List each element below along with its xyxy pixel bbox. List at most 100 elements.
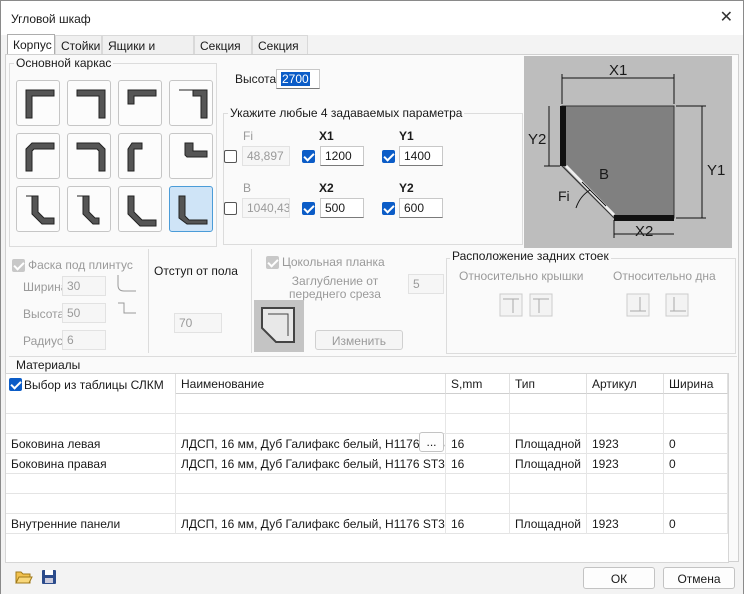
col-article[interactable]: Артикул	[587, 374, 664, 394]
cell-s[interactable]: 16	[446, 454, 510, 474]
cell-part[interactable]: Боковина правая	[6, 454, 176, 474]
plinth-checkbox[interactable]	[12, 259, 25, 272]
cell-art[interactable]	[587, 494, 664, 514]
ellipsis-button[interactable]: ...	[419, 432, 444, 452]
tab-korpus[interactable]: Корпус	[7, 34, 55, 55]
y2-input[interactable]: 600	[399, 198, 443, 218]
cell-width[interactable]	[664, 474, 728, 494]
cell-art[interactable]: 1923	[587, 454, 664, 474]
cell-name[interactable]: ЛДСП, 16 мм, Дуб Галифакс белый, H1176 S…	[176, 514, 446, 534]
cell-width[interactable]: 0	[664, 454, 728, 474]
cell-type[interactable]	[510, 414, 587, 434]
cell-s[interactable]: 16	[446, 434, 510, 454]
cell-width[interactable]: 0	[664, 514, 728, 534]
cell-s[interactable]	[446, 494, 510, 514]
slkm-checkbox[interactable]	[9, 378, 22, 391]
cell-name[interactable]	[176, 414, 446, 434]
tab-stoyki[interactable]: Стойки	[55, 35, 102, 55]
tab-section-1[interactable]: Секция 1	[194, 35, 252, 67]
col-name[interactable]: Наименование	[176, 374, 446, 394]
x1-input[interactable]: 1200	[320, 146, 364, 166]
y2-checkbox[interactable]	[382, 202, 395, 215]
cell-art[interactable]: 1923	[587, 514, 664, 534]
close-icon[interactable]: ✕	[720, 7, 733, 27]
plinth-radius-input[interactable]: 6	[62, 330, 106, 350]
cell-name[interactable]	[176, 394, 446, 414]
cell-width[interactable]	[664, 494, 728, 514]
x2-input[interactable]: 500	[320, 198, 364, 218]
frame-shape-button-1[interactable]	[16, 80, 60, 126]
cell-name[interactable]	[176, 494, 446, 514]
base-checkbox[interactable]	[266, 256, 279, 269]
base-depth-input[interactable]: 5	[408, 274, 444, 294]
cell-art[interactable]	[587, 394, 664, 414]
frame-shape-button-8[interactable]	[169, 133, 213, 179]
cell-type[interactable]	[510, 474, 587, 494]
frame-shape-button-7[interactable]	[118, 133, 162, 179]
table-row[interactable]: Боковина правая ЛДСП, 16 мм, Дуб Галифакс…	[6, 454, 728, 474]
table-row[interactable]: Внутренние панели ЛДСП, 16 мм, Дуб Галифа…	[6, 514, 728, 534]
rear-bottom-icons[interactable]	[626, 293, 690, 317]
cell-name[interactable]: ЛДСП, 16 мм, Дуб Галифакс белый, H1176 S…	[176, 434, 446, 454]
change-button[interactable]: Изменить	[315, 330, 403, 350]
open-folder-icon[interactable]	[15, 569, 33, 585]
rear-top-icons[interactable]	[499, 293, 555, 317]
table-row[interactable]	[6, 414, 728, 434]
col-width[interactable]: Ширина	[664, 374, 728, 394]
cancel-button[interactable]: Отмена	[663, 567, 735, 589]
cell-s[interactable]	[446, 414, 510, 434]
plinth-height-input[interactable]: 50	[62, 303, 106, 323]
cell-part[interactable]	[6, 494, 176, 514]
b-input[interactable]: 1040,43	[242, 198, 290, 218]
ok-button[interactable]: ОК	[583, 567, 655, 589]
cell-art[interactable]	[587, 414, 664, 434]
plinth-width-input[interactable]: 30	[62, 276, 106, 296]
cell-part[interactable]: Внутренние панели	[6, 514, 176, 534]
cell-s[interactable]	[446, 394, 510, 414]
x1-checkbox[interactable]	[302, 150, 315, 163]
floor-input[interactable]: 70	[174, 313, 222, 333]
frame-shape-button-4[interactable]	[169, 80, 213, 126]
frame-shape-button-5[interactable]	[16, 133, 60, 179]
y1-input[interactable]: 1400	[399, 146, 443, 166]
fi-input[interactable]: 48,897	[242, 146, 290, 166]
cell-width[interactable]	[664, 414, 728, 434]
b-checkbox[interactable]	[224, 202, 237, 215]
cell-part[interactable]: Боковина левая	[6, 434, 176, 454]
frame-shape-button-10[interactable]	[67, 186, 111, 232]
cell-name[interactable]	[176, 474, 446, 494]
frame-shape-button-12[interactable]	[169, 186, 213, 232]
tab-drawers[interactable]: Ящики и штанги	[102, 35, 194, 67]
cell-s[interactable]: 16	[446, 514, 510, 534]
table-row[interactable]	[6, 474, 728, 494]
y1-checkbox[interactable]	[382, 150, 395, 163]
frame-shape-button-6[interactable]	[67, 133, 111, 179]
fi-checkbox[interactable]	[224, 150, 237, 163]
frame-shape-button-3[interactable]	[118, 80, 162, 126]
cell-art[interactable]: 1923	[587, 434, 664, 454]
cell-part[interactable]	[6, 414, 176, 434]
cell-type[interactable]: Площадной	[510, 514, 587, 534]
table-row[interactable]	[6, 494, 728, 514]
cell-width[interactable]	[664, 394, 728, 414]
col-s[interactable]: S,mm	[446, 374, 510, 394]
col-type[interactable]: Тип	[510, 374, 587, 394]
frame-shape-button-9[interactable]	[16, 186, 60, 232]
cell-type[interactable]	[510, 394, 587, 414]
save-icon[interactable]	[41, 569, 57, 585]
cell-part[interactable]	[6, 474, 176, 494]
cell-part[interactable]	[6, 394, 176, 414]
height-input[interactable]: 2700	[276, 69, 320, 89]
frame-shape-button-2[interactable]	[67, 80, 111, 126]
frame-shape-button-11[interactable]	[118, 186, 162, 232]
cell-type[interactable]: Площадной	[510, 434, 587, 454]
cell-art[interactable]	[587, 474, 664, 494]
cell-s[interactable]	[446, 474, 510, 494]
cell-type[interactable]	[510, 494, 587, 514]
cell-type[interactable]: Площадной	[510, 454, 587, 474]
cell-name[interactable]: ЛДСП, 16 мм, Дуб Галифакс белый, H1176 S…	[176, 454, 446, 474]
tab-section-2[interactable]: Секция 2	[252, 35, 308, 67]
cell-width[interactable]: 0	[664, 434, 728, 454]
table-row[interactable]	[6, 394, 728, 414]
x2-checkbox[interactable]	[302, 202, 315, 215]
